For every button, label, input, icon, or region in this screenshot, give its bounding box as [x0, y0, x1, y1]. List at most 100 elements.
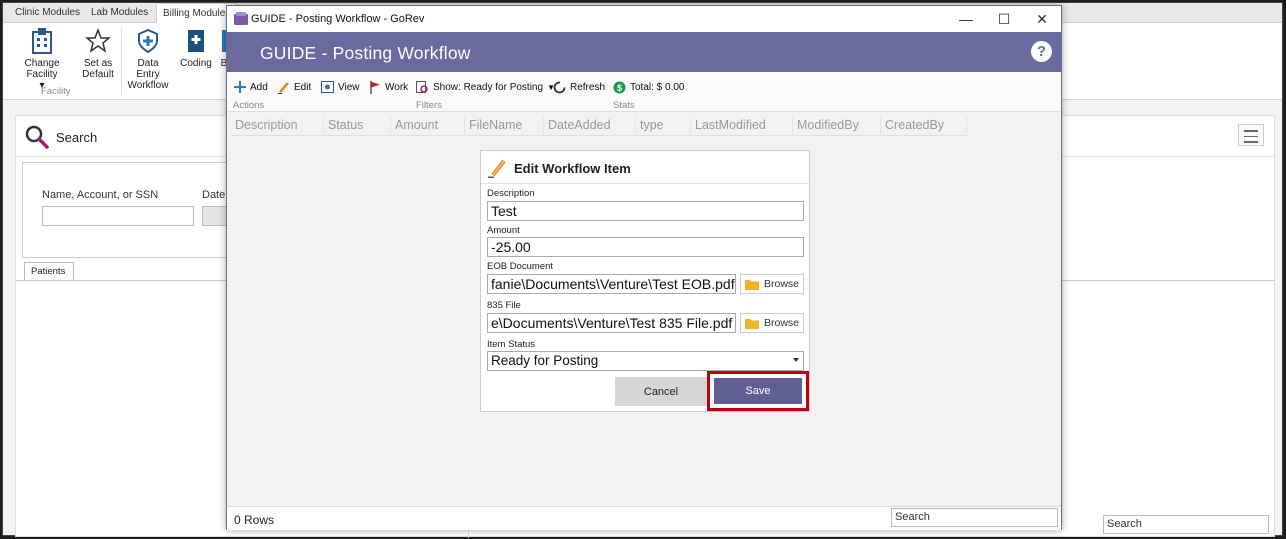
eob-document-label: EOB Document — [487, 261, 553, 272]
add-button[interactable]: Add — [234, 77, 268, 97]
minimize-button[interactable]: — — [947, 6, 985, 32]
grid-search-input[interactable]: Search — [891, 508, 1058, 527]
show-filter-dropdown[interactable]: Show: Ready for Posting ▼ — [416, 77, 555, 97]
tab-clinic-modules[interactable]: Clinic Modules — [9, 3, 86, 23]
change-facility-label: Change Facility — [24, 58, 60, 80]
ribbon-separator — [121, 27, 122, 95]
shield-medical-icon — [138, 28, 158, 54]
cancel-button[interactable]: Cancel — [615, 377, 707, 406]
header-band: GUIDE - Posting Workflow ? — [227, 32, 1061, 72]
data-entry-label-1: Data Entry — [136, 58, 160, 80]
search-header: Search — [24, 124, 97, 150]
filter-box: Name, Account, or SSN Date c — [22, 162, 252, 258]
svg-text:$: $ — [617, 83, 622, 93]
change-facility-button[interactable]: Change Facility ▾ — [9, 27, 75, 91]
grid-header: Description Status Amount FileName DateA… — [231, 116, 967, 136]
edit-label: Edit — [294, 81, 312, 93]
set-default-label-1: Set as — [83, 58, 113, 69]
view-icon — [321, 81, 334, 93]
835-file-input[interactable]: e\Documents\Venture\Test 835 File.pdf — [487, 313, 736, 333]
column-header[interactable]: DateAdded — [544, 116, 636, 136]
browse-label: Browse — [764, 278, 800, 290]
edit-workflow-item-panel: Edit Workflow Item Description Test Amou… — [480, 150, 810, 412]
amount-label: Amount — [487, 225, 520, 236]
tab-lab-modules[interactable]: Lab Modules — [85, 3, 154, 23]
column-header[interactable]: FileName — [465, 116, 544, 136]
work-button[interactable]: Work — [369, 77, 408, 97]
divider — [481, 183, 809, 184]
total-label: Total: $ 0.00 — [630, 81, 685, 93]
description-input[interactable]: Test — [487, 201, 804, 221]
bottom-search-input[interactable]: Search — [1103, 515, 1269, 534]
plus-icon — [234, 81, 246, 93]
filter-search-icon — [416, 80, 428, 93]
row-count: 0 Rows — [234, 513, 275, 527]
folder-icon — [745, 279, 759, 290]
chevron-down-icon — [793, 358, 799, 362]
set-as-default-button[interactable]: Set as Default — [81, 27, 115, 80]
eob-document-input[interactable]: fanie\Documents\Venture\Test EOB.pdf — [487, 274, 736, 294]
section-stats: Stats — [613, 100, 635, 111]
menu-icon[interactable] — [1238, 124, 1264, 146]
add-label: Add — [250, 81, 268, 93]
refresh-label: Refresh — [570, 81, 606, 93]
refresh-button[interactable]: Refresh — [553, 77, 605, 97]
edit-panel-header: Edit Workflow Item — [487, 158, 631, 178]
search-icon — [25, 125, 49, 149]
edit-panel-title: Edit Workflow Item — [514, 160, 631, 176]
save-highlight: Save — [707, 371, 809, 411]
column-header[interactable]: CreatedBy — [881, 116, 967, 136]
tab-patients[interactable]: Patients — [24, 262, 74, 280]
posting-workflow-window: GUIDE - Posting Workflow - GoRev — ☐ ✕ G… — [226, 5, 1062, 530]
name-account-ssn-input[interactable] — [42, 206, 194, 226]
search-title: Search — [56, 129, 98, 145]
amount-input[interactable]: -25.00 — [487, 237, 804, 257]
pencil-icon — [488, 159, 506, 178]
browse-label: Browse — [764, 317, 800, 329]
view-button[interactable]: View — [321, 77, 360, 97]
page-title: GUIDE - Posting Workflow — [260, 43, 471, 63]
window-titlebar: GUIDE - Posting Workflow - GoRev — ☐ ✕ — [227, 6, 1061, 32]
data-entry-label-2: Workflow — [127, 80, 169, 91]
window-title: GUIDE - Posting Workflow - GoRev — [251, 13, 425, 25]
column-header[interactable]: LastModified — [691, 116, 793, 136]
coding-label: Coding — [180, 58, 212, 69]
section-filters: Filters — [416, 100, 442, 111]
close-button[interactable]: ✕ — [1023, 6, 1061, 32]
work-label: Work — [385, 81, 409, 93]
column-header[interactable]: Description — [231, 116, 324, 136]
save-button[interactable]: Save — [714, 378, 802, 404]
eob-browse-button[interactable]: Browse — [740, 274, 804, 294]
section-actions: Actions — [233, 100, 265, 111]
column-header[interactable]: Amount — [391, 116, 465, 136]
pencil-icon — [278, 81, 289, 94]
item-status-select[interactable]: Ready for Posting — [487, 351, 804, 371]
refresh-icon — [553, 81, 566, 93]
show-filter-label: Show: Ready for Posting — [433, 81, 544, 93]
ribbon-group-facility: Facility — [41, 86, 71, 97]
flag-icon — [370, 80, 380, 94]
item-status-value: Ready for Posting — [491, 353, 599, 368]
835-browse-button[interactable]: Browse — [740, 313, 804, 333]
column-header[interactable]: Status — [324, 116, 391, 136]
data-entry-workflow-button[interactable]: Data Entry Workflow — [125, 27, 171, 91]
window-footer: 0 Rows Search — [227, 506, 1061, 530]
building-icon — [32, 28, 52, 54]
view-label: View — [338, 81, 360, 93]
description-label: Description — [487, 188, 535, 199]
dollar-icon: $ — [613, 81, 626, 93]
total-stat: $ Total: $ 0.00 — [613, 77, 684, 97]
toolbar: Add Edit View Work Show: Ready for Posti… — [227, 72, 1061, 112]
star-icon — [85, 27, 111, 53]
folder-icon — [745, 318, 759, 329]
835-file-label: 835 File — [487, 300, 521, 311]
column-header[interactable]: ModifiedBy — [793, 116, 881, 136]
set-default-label-2: Default — [82, 69, 114, 80]
column-header[interactable]: type — [636, 116, 691, 136]
help-icon[interactable]: ? — [1031, 41, 1052, 62]
maximize-button[interactable]: ☐ — [985, 6, 1023, 32]
book-medical-icon — [188, 30, 204, 52]
item-status-label: Item Status — [487, 339, 536, 350]
coding-button[interactable]: Coding — [179, 27, 213, 69]
edit-button[interactable]: Edit — [278, 77, 311, 97]
